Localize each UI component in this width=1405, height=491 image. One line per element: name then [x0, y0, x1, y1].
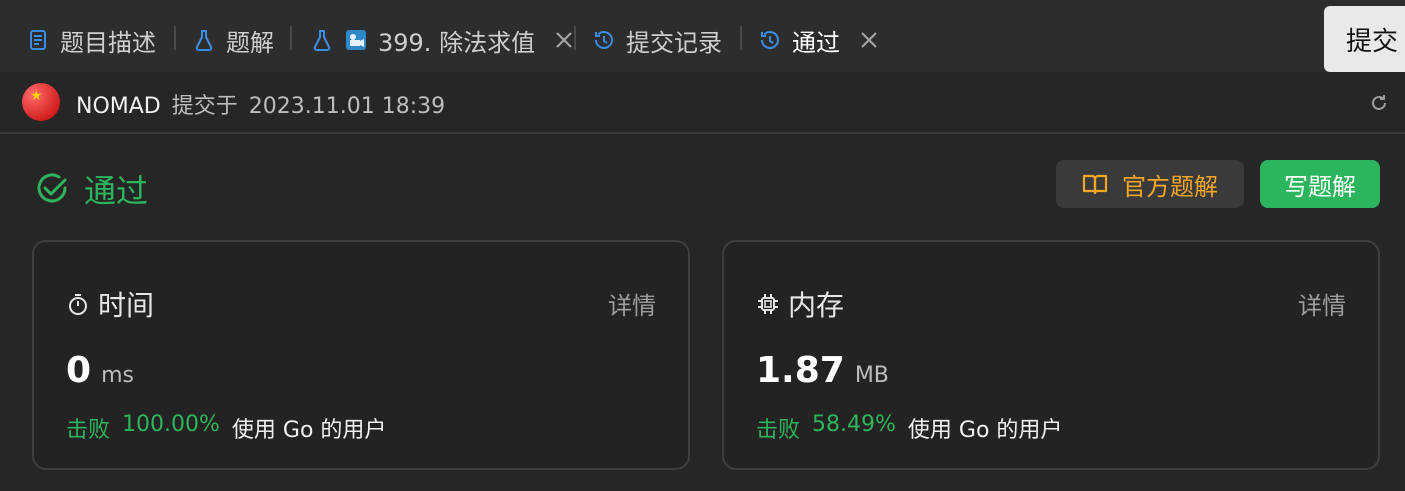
- time-title-label: 时间: [98, 289, 155, 322]
- tab-label: 题解: [226, 28, 274, 57]
- status-badge: 通过: [34, 166, 148, 212]
- submitted-prefix: 提交于: [171, 94, 238, 119]
- stopwatch-icon: [66, 292, 90, 316]
- tab-label: 提交记录: [626, 28, 722, 57]
- close-icon[interactable]: [858, 29, 880, 51]
- memory-title: 内存: [756, 284, 844, 324]
- memory-title-label: 内存: [788, 289, 845, 322]
- memory-beats-suffix: 使用 Go 的用户: [907, 418, 1063, 443]
- tab-passed[interactable]: 通过: [758, 20, 880, 60]
- memory-card: 内存 详情 1.87 MB 击败 58.49% 使用 Go 的用户: [722, 240, 1380, 470]
- video-icon: [344, 28, 368, 52]
- time-value: 0 ms: [66, 350, 134, 391]
- time-unit: ms: [101, 363, 134, 388]
- tab-solution[interactable]: 题解: [192, 20, 274, 60]
- memory-value: 1.87 MB: [756, 350, 889, 391]
- submission-info: NOMAD 提交于 2023.11.01 18:39: [76, 88, 445, 120]
- time-detail-link[interactable]: 详情: [608, 286, 656, 321]
- memory-beats-prefix: 击败: [756, 418, 801, 443]
- time-beats-prefix: 击败: [66, 418, 111, 443]
- close-icon[interactable]: [553, 29, 575, 51]
- tab-label: 通过: [792, 28, 840, 57]
- chip-icon: [756, 292, 780, 316]
- tab-label: 题目描述: [60, 28, 156, 57]
- submit-label: 提交: [1346, 26, 1399, 57]
- history-icon: [592, 28, 616, 52]
- memory-unit: MB: [854, 363, 889, 388]
- flask-icon: [192, 28, 216, 52]
- time-number: 0: [66, 350, 92, 391]
- tab-bar: 题目描述 题解 399. 除法求值 提交记录 通过 提交: [0, 0, 1405, 72]
- tab-separator: [574, 26, 576, 50]
- avatar[interactable]: ★: [22, 83, 60, 121]
- time-beats-suffix: 使用 Go 的用户: [231, 418, 387, 443]
- tab-separator: [740, 26, 742, 50]
- submission-timestamp: 2023.11.01 18:39: [248, 94, 446, 119]
- submission-header: ★ NOMAD 提交于 2023.11.01 18:39: [0, 72, 1405, 134]
- tab-separator: [174, 26, 176, 50]
- memory-beats-percent: 58.49%: [812, 412, 896, 437]
- time-beats: 击败 100.00% 使用 Go 的用户: [66, 412, 386, 444]
- memory-detail-link[interactable]: 详情: [1298, 286, 1346, 321]
- document-icon: [26, 28, 50, 52]
- time-beats-percent: 100.00%: [122, 412, 220, 437]
- memory-beats: 击败 58.49% 使用 Go 的用户: [756, 412, 1062, 444]
- book-icon: [1082, 173, 1108, 195]
- write-solution-label: 写题解: [1284, 172, 1356, 201]
- tab-separator: [290, 26, 292, 50]
- refresh-icon[interactable]: [1368, 92, 1390, 114]
- official-solution-label: 官方题解: [1122, 172, 1218, 201]
- username[interactable]: NOMAD: [76, 94, 161, 119]
- status-label: 通过: [84, 172, 149, 210]
- tab-submissions[interactable]: 提交记录: [592, 20, 722, 60]
- submit-button[interactable]: 提交: [1324, 6, 1405, 72]
- star-icon: ★: [30, 88, 43, 104]
- flask-icon: [310, 28, 334, 52]
- tab-label: 399. 除法求值: [378, 28, 536, 57]
- tab-description[interactable]: 题目描述: [26, 20, 156, 60]
- time-title: 时间: [66, 284, 154, 324]
- time-card: 时间 详情 0 ms 击败 100.00% 使用 Go 的用户: [32, 240, 690, 470]
- submission-result-panel: 题目描述 题解 399. 除法求值 提交记录 通过 提交 ★ NOMAD 提交于…: [0, 0, 1405, 491]
- check-circle-icon: [34, 171, 70, 207]
- official-solution-button[interactable]: 官方题解: [1056, 160, 1244, 208]
- write-solution-button[interactable]: 写题解: [1260, 160, 1380, 208]
- memory-number: 1.87: [756, 350, 845, 391]
- history-icon: [758, 28, 782, 52]
- tab-problem[interactable]: 399. 除法求值: [310, 20, 575, 60]
- result-content: 通过 官方题解 写题解 时间 详情 0 ms 击败 100.00% 使用 Go …: [0, 134, 1405, 491]
